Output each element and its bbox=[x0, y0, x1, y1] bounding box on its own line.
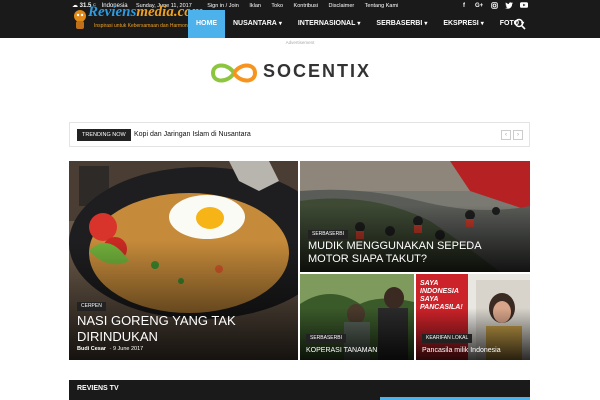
nav-serbaserbi[interactable]: SERBASERBI ▾ bbox=[368, 10, 435, 38]
post-title[interactable]: KOPERASI TANAMAN bbox=[306, 346, 377, 355]
post-meta: Budi Cesar - 9 June 2017 bbox=[77, 346, 144, 352]
post-title[interactable]: MUDIK MENGGUNAKAN SEPEDA MOTOR SIAPA TAK… bbox=[308, 240, 482, 266]
facebook-icon[interactable]: f bbox=[460, 2, 468, 10]
infinity-logo-icon bbox=[210, 63, 258, 83]
category-badge[interactable]: CERPEN bbox=[77, 302, 106, 311]
instagram-icon[interactable] bbox=[490, 2, 498, 10]
featured-post-small[interactable]: SAYA INDONESIA SAYA PANCASILA! KEARIFAN … bbox=[416, 274, 530, 360]
logo-tagline: Inspirasi untuk Kebersamaan dan Harmoni bbox=[94, 23, 189, 29]
featured-post-large[interactable]: CERPEN NASI GORENG YANG TAK DIRINDUKAN B… bbox=[69, 161, 298, 360]
site-logo[interactable]: Reviensmedia.com Inspirasi untuk Kebersa… bbox=[72, 3, 203, 35]
top-link-disclaimer[interactable]: Disclaimer bbox=[329, 3, 355, 9]
youtube-icon[interactable] bbox=[520, 2, 528, 10]
ad-label: Advertisement bbox=[285, 40, 315, 45]
poster-text: SAYA INDONESIA SAYA PANCASILA! bbox=[420, 280, 463, 311]
nav-foto[interactable]: FOTO ▾ bbox=[492, 10, 532, 38]
category-badge[interactable]: KEARIFAN LOKAL bbox=[422, 334, 473, 343]
site-header: ☁ 31.5 C Indonesia Sunday, June 11, 2017… bbox=[0, 0, 600, 38]
nav-home[interactable]: HOME bbox=[188, 10, 225, 38]
main-nav: HOME NUSANTARA ▾ INTERNASIONAL ▾ SERBASERB… bbox=[188, 10, 532, 38]
twitter-icon[interactable] bbox=[505, 2, 513, 10]
post-title[interactable]: NASI GORENG YANG TAK DIRINDUKAN bbox=[77, 313, 236, 345]
ad-brand-text: SOCENTIX bbox=[263, 61, 372, 81]
section-title[interactable]: REVIENS TV bbox=[77, 385, 119, 392]
logo-mascot-icon bbox=[74, 10, 86, 29]
chevron-down-icon: ▾ bbox=[278, 21, 282, 27]
category-badge[interactable]: SERBASERBI bbox=[308, 230, 348, 239]
trending-label: TRENDING NOW bbox=[77, 129, 131, 141]
trending-next-button[interactable]: › bbox=[513, 130, 523, 140]
featured-post-medium[interactable]: SERBASERBI MUDIK MENGGUNAKAN SEPEDA MOTO… bbox=[300, 161, 530, 272]
post-title[interactable]: Pancasila milik Indonesia bbox=[422, 346, 501, 355]
ad-banner[interactable]: SOCENTIX bbox=[207, 60, 397, 86]
top-link-iklan[interactable]: Iklan bbox=[249, 3, 261, 9]
trending-controls: ‹ › bbox=[501, 130, 523, 140]
google-plus-icon[interactable]: G+ bbox=[475, 2, 483, 10]
trending-headline[interactable]: Kopi dan Jaringan Islam di Nusantara bbox=[134, 129, 251, 141]
chevron-down-icon: ▾ bbox=[480, 21, 484, 27]
featured-post-small[interactable]: SERBASERBI KOPERASI TANAMAN bbox=[300, 274, 414, 360]
search-icon[interactable] bbox=[514, 18, 526, 30]
post-date: 9 June 2017 bbox=[112, 346, 144, 352]
logo-wordmark: Reviensmedia.com bbox=[88, 4, 204, 20]
top-link-kontribusi[interactable]: Kontribusi bbox=[294, 3, 318, 9]
category-badge[interactable]: SERBASERBI bbox=[306, 334, 346, 343]
nav-ekspresi[interactable]: EKSPRESI ▾ bbox=[435, 10, 491, 38]
social-links: f G+ bbox=[460, 2, 528, 10]
chevron-down-icon: ▾ bbox=[357, 21, 361, 27]
trending-bar: TRENDING NOW Kopi dan Jaringan Islam di … bbox=[69, 122, 530, 147]
trending-prev-button[interactable]: ‹ bbox=[501, 130, 511, 140]
nav-internasional[interactable]: INTERNASIONAL ▾ bbox=[290, 10, 369, 38]
top-link-tentang[interactable]: Tentang Kami bbox=[365, 3, 399, 9]
top-link-toko[interactable]: Toko bbox=[271, 3, 283, 9]
top-link-signin[interactable]: Sign in / Join bbox=[207, 3, 239, 9]
post-author[interactable]: Budi Cesar bbox=[77, 346, 106, 352]
chevron-down-icon: ▾ bbox=[424, 21, 428, 27]
nav-nusantara[interactable]: NUSANTARA ▾ bbox=[225, 10, 290, 38]
